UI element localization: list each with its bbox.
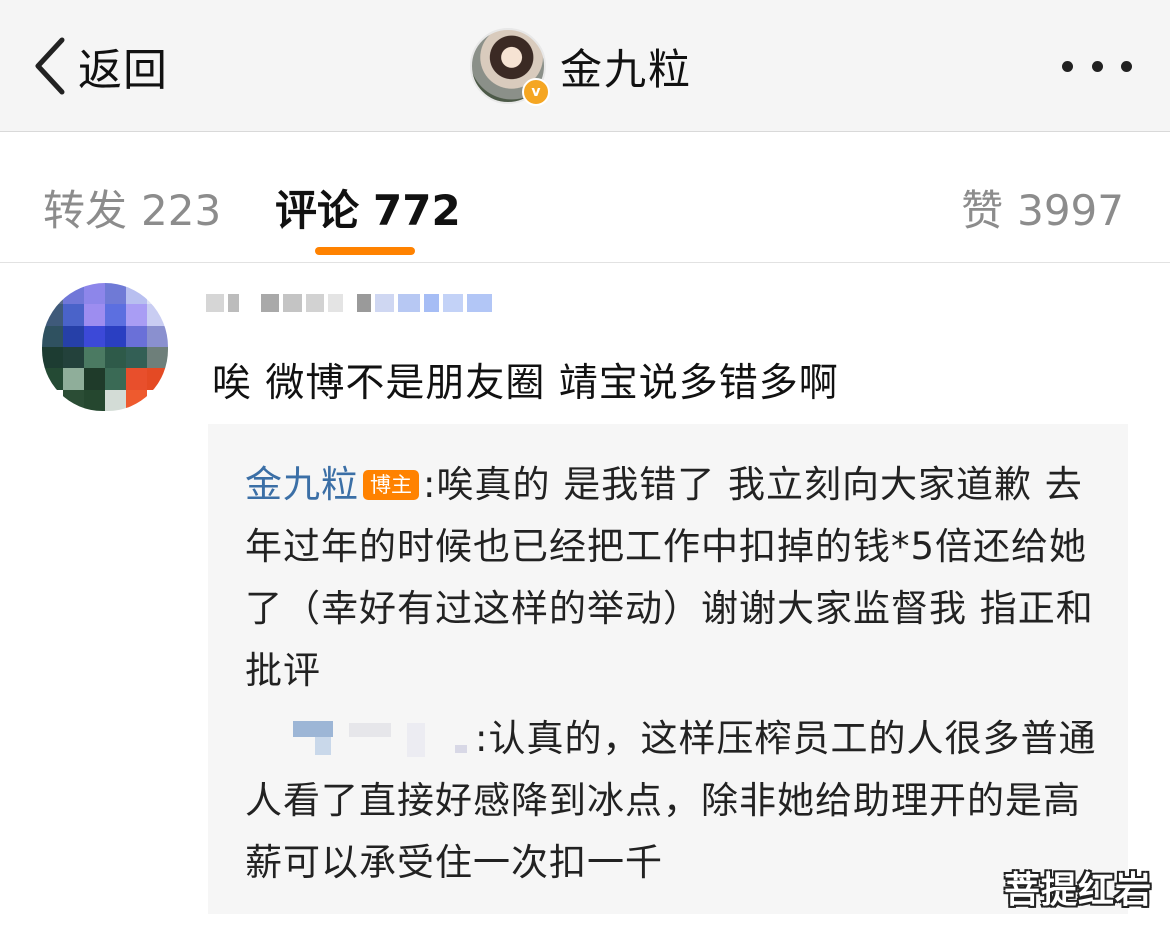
more-icon [1121,60,1132,72]
tab-likes-label: 赞 [961,186,1004,235]
watermark: 菩提红岩 [1003,870,1152,911]
commenter-avatar-pixelated[interactable] [42,283,168,411]
page-title: 金九粒 [560,44,693,94]
sub-reply: :认真的，这样压榨员工的人很多普通人看了直接好感降到冰点，除非她给助理开的是高薪… [245,717,1097,884]
tab-likes-count: 3997 [1017,186,1124,235]
profile-title[interactable]: v 金九粒 [470,28,693,106]
chevron-left-icon [35,37,65,95]
navigation-bar: 返回 v 金九粒 [0,0,1170,132]
author-reply: 金九粒 博主:唉真的 是我错了 我立刻向大家道歉 去年过年的时候也已经把工作中扣掉… [245,463,1094,692]
more-icon [1091,60,1103,72]
comment-text: 唉 微博不是朋友圈 靖宝说多错多啊 [212,361,839,406]
reply-thread[interactable]: 金九粒 博主:唉真的 是我错了 我立刻向大家道歉 去年过年的时候也已经把工作中扣掉… [208,424,1128,914]
tab-comments-label: 评论 [275,186,360,235]
tab-repost-label: 转发 [43,186,128,235]
tab-comments-count: 772 [373,186,461,235]
tab-bar: 转发 223 评论 772 赞 3997 [0,133,1170,263]
author-avatar[interactable]: v [470,28,550,106]
tab-repost[interactable]: 转发 223 [43,177,221,238]
tab-repost-count: 223 [141,186,222,235]
tab-comments[interactable]: 评论 772 [275,177,461,238]
sub-reply-author-blurred[interactable] [259,717,475,757]
reply-author-link[interactable]: 金九粒 [245,463,359,506]
back-label: 返回 [78,45,168,96]
verified-badge-icon: v [522,78,550,106]
host-badge: 博主 [363,470,419,500]
commenter-name-blurred[interactable] [206,286,496,320]
active-tab-indicator [315,247,415,255]
more-button[interactable] [1062,54,1132,78]
back-button[interactable]: 返回 [30,34,168,98]
tab-likes[interactable]: 赞 3997 [961,177,1124,238]
more-icon [1062,60,1073,72]
